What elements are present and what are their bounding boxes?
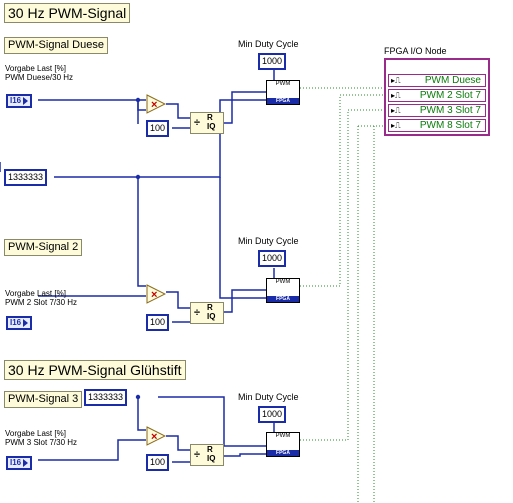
waveform-icon: ▸⎍	[391, 76, 401, 85]
period-constant-3[interactable]: 1333333	[84, 389, 128, 406]
pwm-fpga-block-2[interactable]: PWM FPGA	[266, 278, 300, 303]
waveform-icon: ▸⎍	[391, 121, 401, 130]
fpga-row-pwm-2[interactable]: ▸⎍ PWM 2 Slot 7	[388, 89, 486, 102]
quotient-remainder-node-duese[interactable]: ÷ R IQ	[190, 112, 224, 134]
multiply-node-duese[interactable]: ×	[146, 94, 166, 114]
title-main: 30 Hz PWM-Signal	[4, 3, 131, 23]
min-duty-constant-1[interactable]: 1000	[258, 53, 287, 70]
input-label-duese: Vorgabe Last [%] PWM Duese/30 Hz	[5, 64, 74, 82]
min-duty-label-2: Min Duty Cycle	[238, 236, 299, 246]
svg-text:×: ×	[151, 431, 157, 443]
terminal-arrow-icon	[23, 318, 29, 327]
min-duty-constant-3[interactable]: 1000	[258, 406, 287, 423]
fpga-row-pwm-3[interactable]: ▸⎍ PWM 3 Slot 7	[388, 104, 486, 117]
i16-control-s2[interactable]: I16	[6, 316, 33, 330]
multiply-node-s2[interactable]: ×	[146, 284, 166, 304]
waveform-icon: ▸⎍	[391, 91, 401, 100]
terminal-arrow-icon	[23, 458, 29, 467]
input-label-s2: Vorgabe Last [%] PWM 2 Slot 7/30 Hz	[5, 289, 78, 307]
constant-100-duese[interactable]: 100	[146, 120, 170, 137]
svg-text:×: ×	[151, 289, 157, 301]
terminal-arrow-icon	[23, 96, 29, 105]
pwm-fpga-block-3[interactable]: PWM FPGA	[266, 432, 300, 457]
pwm-fpga-block-1[interactable]: PWM FPGA	[266, 80, 300, 105]
fpga-row-pwm-8[interactable]: ▸⎍ PWM 8 Slot 7	[388, 119, 486, 132]
min-duty-label-3: Min Duty Cycle	[238, 392, 299, 402]
title-gluhstift: 30 Hz PWM-Signal Glühstift	[4, 360, 186, 380]
quotient-remainder-node-s3[interactable]: ÷ R IQ	[190, 444, 224, 466]
section-duese: PWM-Signal Duese	[4, 37, 108, 54]
constant-100-s3[interactable]: 100	[146, 454, 170, 471]
min-duty-label-1: Min Duty Cycle	[238, 39, 299, 49]
waveform-icon: ▸⎍	[391, 106, 401, 115]
input-label-s3: Vorgabe Last [%] PWM 3 Slot 7/30 Hz	[5, 429, 78, 447]
constant-100-s2[interactable]: 100	[146, 314, 170, 331]
svg-text:×: ×	[151, 99, 157, 111]
fpga-io-node[interactable]: ▸⎍ PWM Duese ▸⎍ PWM 2 Slot 7 ▸⎍ PWM 3 Slot …	[384, 58, 490, 136]
fpga-node-label: FPGA I/O Node	[384, 46, 447, 56]
min-duty-constant-2[interactable]: 1000	[258, 250, 287, 267]
multiply-node-s3[interactable]: ×	[146, 426, 166, 446]
section-2: PWM-Signal 2	[4, 239, 83, 256]
i16-control-duese[interactable]: I16	[6, 94, 33, 108]
period-constant-main[interactable]: 1333333	[4, 169, 48, 186]
section-3: PWM-Signal 3	[4, 391, 83, 408]
fpga-row-pwm-duese[interactable]: ▸⎍ PWM Duese	[388, 74, 486, 87]
i16-control-s3[interactable]: I16	[6, 456, 33, 470]
quotient-remainder-node-s2[interactable]: ÷ R IQ	[190, 302, 224, 324]
